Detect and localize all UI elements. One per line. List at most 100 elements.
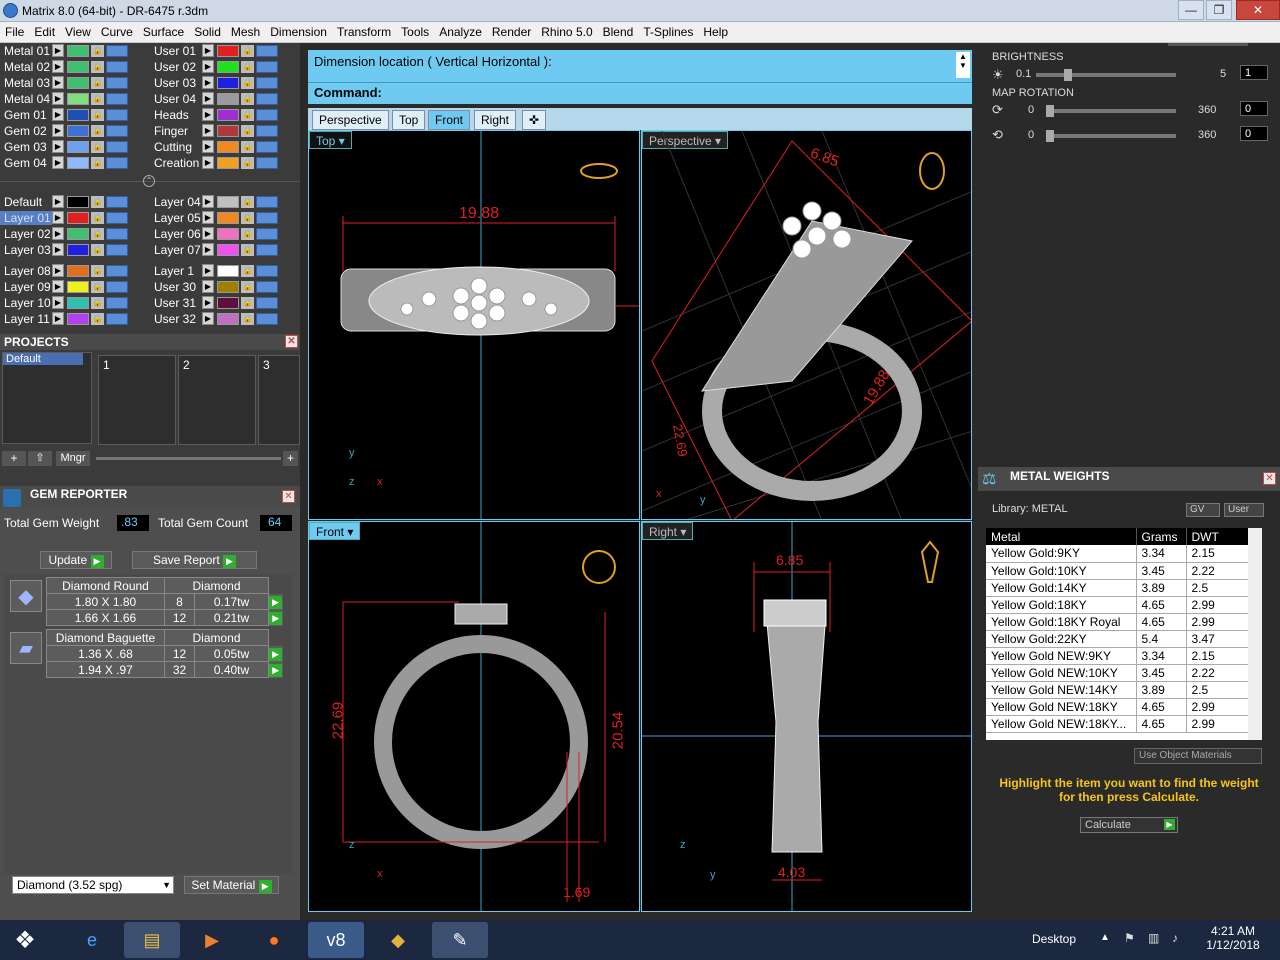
layer-menu-icon[interactable]: ▶ [202, 60, 214, 73]
visibility-toggle[interactable] [256, 195, 278, 208]
layer-menu-icon[interactable]: ▶ [202, 44, 214, 57]
visibility-toggle[interactable] [106, 280, 128, 293]
network-icon[interactable]: ▥ [1148, 931, 1159, 945]
layer-menu-icon[interactable]: ▶ [52, 92, 64, 105]
use-object-materials-toggle[interactable]: Use Object Materials [1134, 748, 1262, 764]
layer-row[interactable]: Layer 1 ▶ 🔒 [150, 263, 278, 278]
layer-color-swatch[interactable] [217, 195, 239, 208]
layer-name[interactable]: User 31 [150, 296, 202, 310]
visibility-toggle[interactable] [106, 108, 128, 121]
add-view-icon[interactable]: ✜ [522, 110, 546, 130]
layer-color-swatch[interactable] [67, 227, 89, 240]
flag-icon[interactable]: ⚑ [1124, 931, 1135, 945]
visibility-toggle[interactable] [106, 140, 128, 153]
layer-row[interactable]: Gem 02 ▶ 🔒 [0, 123, 128, 138]
select-gem-button[interactable]: ▶ [269, 596, 282, 609]
layer-menu-icon[interactable]: ▶ [202, 227, 214, 240]
layer-name[interactable]: User 32 [150, 312, 202, 326]
clock[interactable]: 4:21 AM 1/12/2018 [1198, 924, 1268, 952]
layer-row[interactable]: Metal 01 ▶ 🔒 [0, 43, 128, 58]
layer-menu-icon[interactable]: ▶ [52, 124, 64, 137]
lock-icon[interactable]: 🔒 [91, 296, 104, 309]
layer-name[interactable]: Layer 01 [0, 210, 52, 225]
layer-color-swatch[interactable] [67, 211, 89, 224]
layer-name[interactable]: Layer 04 [150, 195, 202, 209]
layer-color-swatch[interactable] [67, 312, 89, 325]
layer-color-swatch[interactable] [217, 280, 239, 293]
lock-icon[interactable]: 🔒 [91, 124, 104, 137]
layer-name[interactable]: Layer 03 [0, 243, 52, 257]
layer-name[interactable]: Layer 10 [0, 296, 52, 310]
layer-name[interactable]: Metal 03 [0, 76, 52, 90]
close-button[interactable]: ✕ [1236, 0, 1280, 20]
layer-menu-icon[interactable]: ▶ [202, 140, 214, 153]
layer-name[interactable]: Creation [150, 156, 202, 170]
table-row[interactable]: Yellow Gold:18KY Royal 4.65 2.99 [986, 613, 1256, 631]
lock-icon[interactable]: 🔒 [91, 280, 104, 293]
layer-name[interactable]: Gem 02 [0, 124, 52, 138]
layer-name[interactable]: Default [0, 195, 52, 209]
layer-row[interactable]: Layer 08 ▶ 🔒 [0, 263, 128, 278]
tab-perspective[interactable]: Perspective [312, 110, 389, 130]
visibility-toggle[interactable] [106, 211, 128, 224]
layer-row[interactable]: Layer 03 ▶ 🔒 [0, 242, 128, 257]
layer-color-swatch[interactable] [67, 264, 89, 277]
layer-menu-icon[interactable]: ▶ [52, 76, 64, 89]
layer-name[interactable]: Layer 11 [0, 312, 52, 326]
paint-icon[interactable]: ✎ [432, 922, 488, 958]
lock-icon[interactable]: 🔒 [91, 156, 104, 169]
layer-row[interactable]: User 30 ▶ 🔒 [150, 279, 278, 294]
table-row[interactable]: Yellow Gold NEW:18KY... 4.65 2.99 [986, 715, 1256, 733]
panel-tab[interactable] [1168, 43, 1248, 46]
lock-icon[interactable]: 🔒 [91, 44, 104, 57]
brightness-value[interactable]: 1 [1240, 65, 1268, 80]
layer-name[interactable]: User 02 [150, 60, 202, 74]
layer-row[interactable]: Gem 01 ▶ 🔒 [0, 107, 128, 122]
layer-row[interactable]: Cutting ▶ 🔒 [150, 139, 278, 154]
menu-render[interactable]: Render [487, 22, 536, 43]
visibility-toggle[interactable] [256, 264, 278, 277]
layer-menu-icon[interactable]: ▶ [202, 92, 214, 105]
layer-menu-icon[interactable]: ▶ [52, 195, 64, 208]
lock-icon[interactable]: 🔒 [241, 264, 254, 277]
table-row[interactable]: Yellow Gold:10KY 3.45 2.22 [986, 562, 1256, 580]
layer-row[interactable]: Creation ▶ 🔒 [150, 155, 278, 170]
lock-icon[interactable]: 🔒 [241, 140, 254, 153]
visibility-toggle[interactable] [106, 124, 128, 137]
lock-icon[interactable]: 🔒 [241, 211, 254, 224]
layer-row[interactable]: Gem 03 ▶ 🔒 [0, 139, 128, 154]
viewport-right[interactable]: Right ▾ z y 6.85 4.03 [641, 521, 972, 912]
layer-row[interactable]: Layer 09 ▶ 🔒 [0, 279, 128, 294]
select-gem-button[interactable]: ▶ [269, 612, 283, 625]
layer-menu-icon[interactable]: ▶ [52, 140, 64, 153]
table-row[interactable]: Yellow Gold NEW:10KY 3.45 2.22 [986, 664, 1256, 682]
layer-color-swatch[interactable] [217, 108, 239, 121]
collapse-icon[interactable]: ⌃ [143, 175, 155, 187]
tab-right[interactable]: Right [474, 110, 517, 130]
up-arrow-icon[interactable]: ⇧ [28, 451, 52, 466]
lock-icon[interactable]: 🔒 [241, 227, 254, 240]
layer-row[interactable]: User 03 ▶ 🔒 [150, 75, 278, 90]
visibility-toggle[interactable] [256, 280, 278, 293]
layer-menu-icon[interactable]: ▶ [52, 264, 64, 277]
project-scrollbar[interactable] [96, 457, 281, 460]
volume-icon[interactable]: ♪ [1172, 931, 1178, 945]
lock-icon[interactable]: 🔒 [91, 264, 104, 277]
layer-name[interactable]: Metal 01 [0, 44, 52, 58]
layer-color-swatch[interactable] [67, 280, 89, 293]
lock-icon[interactable]: 🔒 [241, 60, 254, 73]
visibility-toggle[interactable] [256, 312, 278, 325]
menu-mesh[interactable]: Mesh [226, 22, 265, 43]
lock-icon[interactable]: 🔒 [241, 44, 254, 57]
add-icon[interactable]: + [283, 451, 298, 466]
layer-menu-icon[interactable]: ▶ [52, 296, 64, 309]
desktop-toolbar-label[interactable]: Desktop [1032, 932, 1076, 946]
layer-name[interactable]: Layer 05 [150, 211, 202, 225]
lock-icon[interactable]: 🔒 [91, 195, 104, 208]
layer-row[interactable]: Metal 03 ▶ 🔒 [0, 75, 128, 90]
layer-row[interactable]: User 32 ▶ 🔒 [150, 311, 278, 326]
visibility-toggle[interactable] [256, 108, 278, 121]
layer-menu-icon[interactable]: ▶ [52, 60, 64, 73]
visibility-toggle[interactable] [256, 60, 278, 73]
gv-button[interactable]: GV [1186, 503, 1220, 517]
